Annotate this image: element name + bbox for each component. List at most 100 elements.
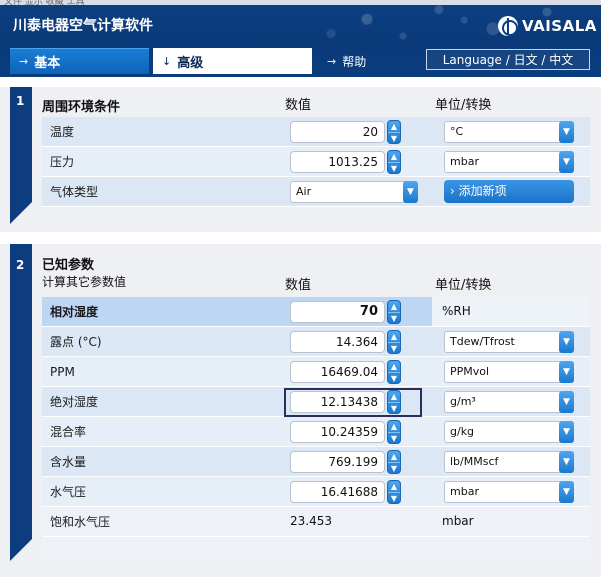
column-header-unit: 单位/转换 [435,278,492,293]
saturation-vapor-pressure-value: 23.453 [290,514,332,528]
spinner-down-icon[interactable]: ▼ [388,312,400,323]
chevron-right-icon: › [450,184,455,198]
row-water-content: 含水量 769.199 ▲ ▼ lb/MMscf ▼ [42,447,590,477]
row-label: 温度 [42,117,282,146]
pressure-input[interactable]: 1013.25 [290,151,385,173]
vaisala-logo-icon [498,16,518,36]
saturation-vapor-pressure-unit: mbar [442,514,474,528]
water-content-unit-select[interactable]: lb/MMscf ▼ [444,451,574,473]
column-header-unit: 单位/转换 [435,98,492,113]
menu-strip: 文件 显示 收藏 工具 [0,0,601,5]
chevron-down-icon[interactable]: ▼ [559,151,574,173]
row-saturation-vapor-pressure: 饱和水气压 23.453 mbar [42,507,590,537]
spinner-down-icon[interactable]: ▼ [388,132,400,143]
row-vapor-pressure: 水气压 16.41688 ▲ ▼ mbar ▼ [42,477,590,507]
dew-point-spinner[interactable]: ▲ ▼ [387,330,401,354]
mixing-ratio-spinner[interactable]: ▲ ▼ [387,420,401,444]
chevron-down-icon[interactable]: ▼ [559,361,574,383]
row-label: 饱和水气压 [42,507,282,536]
tab-help-label: 帮助 [342,54,367,69]
row-label: 相对湿度 [42,297,282,326]
row-ppm: PPM 16469.04 ▲ ▼ PPMvol ▼ [42,357,590,387]
language-button[interactable]: Language / 日文 / 中文 [426,49,590,70]
spinner-up-icon[interactable]: ▲ [388,481,400,492]
spinner-up-icon[interactable]: ▲ [388,451,400,462]
chevron-down-icon[interactable]: ▼ [559,121,574,143]
tab-basic-label: 基本 [34,56,61,71]
section-number: 2 [16,258,25,272]
row-mixing-ratio: 混合率 10.24359 ▲ ▼ g/kg ▼ [42,417,590,447]
temperature-spinner[interactable]: ▲ ▼ [387,120,401,144]
chevron-down-icon[interactable]: ▼ [559,481,574,503]
pressure-unit-select[interactable]: mbar ▼ [444,151,574,173]
dew-point-input[interactable]: 14.364 [290,331,385,353]
section-number: 1 [16,94,25,108]
chevron-down-icon[interactable]: ▼ [559,331,574,353]
relative-humidity-input[interactable]: 70 [290,301,385,323]
row-label: 气体类型 [42,177,282,206]
row-empty [42,537,590,561]
column-header-value: 数值 [285,98,312,113]
row-gas-type: 气体类型 Air ▼ › 添加新项 [42,177,590,207]
gas-type-select[interactable]: Air ▼ [290,181,418,203]
arrow-down-icon: ↓ [162,54,172,68]
spinner-down-icon[interactable]: ▼ [388,492,400,503]
mixing-ratio-input[interactable]: 10.24359 [290,421,385,443]
ppm-input[interactable]: 16469.04 [290,361,385,383]
chevron-down-icon[interactable]: ▼ [559,421,574,443]
tab-basic[interactable]: → 基本 [10,48,149,74]
section-marker [10,244,32,561]
section-title: 已知参数 [42,258,95,273]
water-content-input[interactable]: 769.199 [290,451,385,473]
spinner-down-icon[interactable]: ▼ [388,162,400,173]
vapor-pressure-input[interactable]: 16.41688 [290,481,385,503]
tab-advanced-label: 高级 [177,55,204,71]
chevron-down-icon[interactable]: ▼ [559,391,574,413]
brand-name: VAISALA [522,17,597,35]
tab-advanced[interactable]: ↓ 高级 [153,48,312,74]
spinner-down-icon[interactable]: ▼ [388,462,400,473]
chevron-down-icon[interactable]: ▼ [559,451,574,473]
brand-logo: VAISALA [498,16,597,36]
row-pressure: 压力 1013.25 ▲ ▼ mbar ▼ [42,147,590,177]
spinner-up-icon[interactable]: ▲ [388,121,400,132]
row-label: PPM [42,357,282,386]
ppm-unit-select[interactable]: PPMvol ▼ [444,361,574,383]
row-label: 水气压 [42,477,282,506]
row-label: 绝对湿度 [42,387,282,416]
temperature-unit-select[interactable]: °C ▼ [444,121,574,143]
vapor-pressure-spinner[interactable]: ▲ ▼ [387,480,401,504]
focus-highlight-box [284,388,422,417]
section-title: 周围环境条件 [42,100,121,115]
section-known-parameters: 2 已知参数 计算其它参数值 数值 单位/转换 相对湿度 70 ▲ ▼ %RH … [0,244,601,577]
spinner-up-icon[interactable]: ▲ [388,151,400,162]
relative-humidity-spinner[interactable]: ▲ ▼ [387,300,401,324]
row-dew-point: 露点 (°C) 14.364 ▲ ▼ Tdew/Tfrost ▼ [42,327,590,357]
temperature-input[interactable]: 20 [290,121,385,143]
spinner-down-icon[interactable]: ▼ [388,342,400,353]
dew-point-unit-select[interactable]: Tdew/Tfrost ▼ [444,331,574,353]
app-title: 川泰电器空气计算软件 [13,18,153,34]
spinner-down-icon[interactable]: ▼ [388,372,400,383]
row-label: 露点 (°C) [42,327,282,356]
mixing-ratio-unit-select[interactable]: g/kg ▼ [444,421,574,443]
water-content-spinner[interactable]: ▲ ▼ [387,450,401,474]
chevron-down-icon[interactable]: ▼ [403,181,418,203]
vapor-pressure-unit-select[interactable]: mbar ▼ [444,481,574,503]
arrow-right-icon: → [19,55,29,68]
row-label: 混合率 [42,417,282,446]
spinner-down-icon[interactable]: ▼ [388,432,400,443]
pressure-spinner[interactable]: ▲ ▼ [387,150,401,174]
row-relative-humidity: 相对湿度 70 ▲ ▼ %RH [42,297,590,327]
column-header-value: 数值 [285,278,312,293]
spinner-up-icon[interactable]: ▲ [388,301,400,312]
add-new-item-button[interactable]: › 添加新项 [444,180,574,203]
spinner-up-icon[interactable]: ▲ [388,331,400,342]
spinner-up-icon[interactable]: ▲ [388,421,400,432]
tab-help[interactable]: → 帮助 [318,48,416,74]
row-label: 含水量 [42,447,282,476]
ppm-spinner[interactable]: ▲ ▼ [387,360,401,384]
absolute-humidity-unit-select[interactable]: g/m³ ▼ [444,391,574,413]
section-subtitle: 计算其它参数值 [42,275,127,289]
spinner-up-icon[interactable]: ▲ [388,361,400,372]
